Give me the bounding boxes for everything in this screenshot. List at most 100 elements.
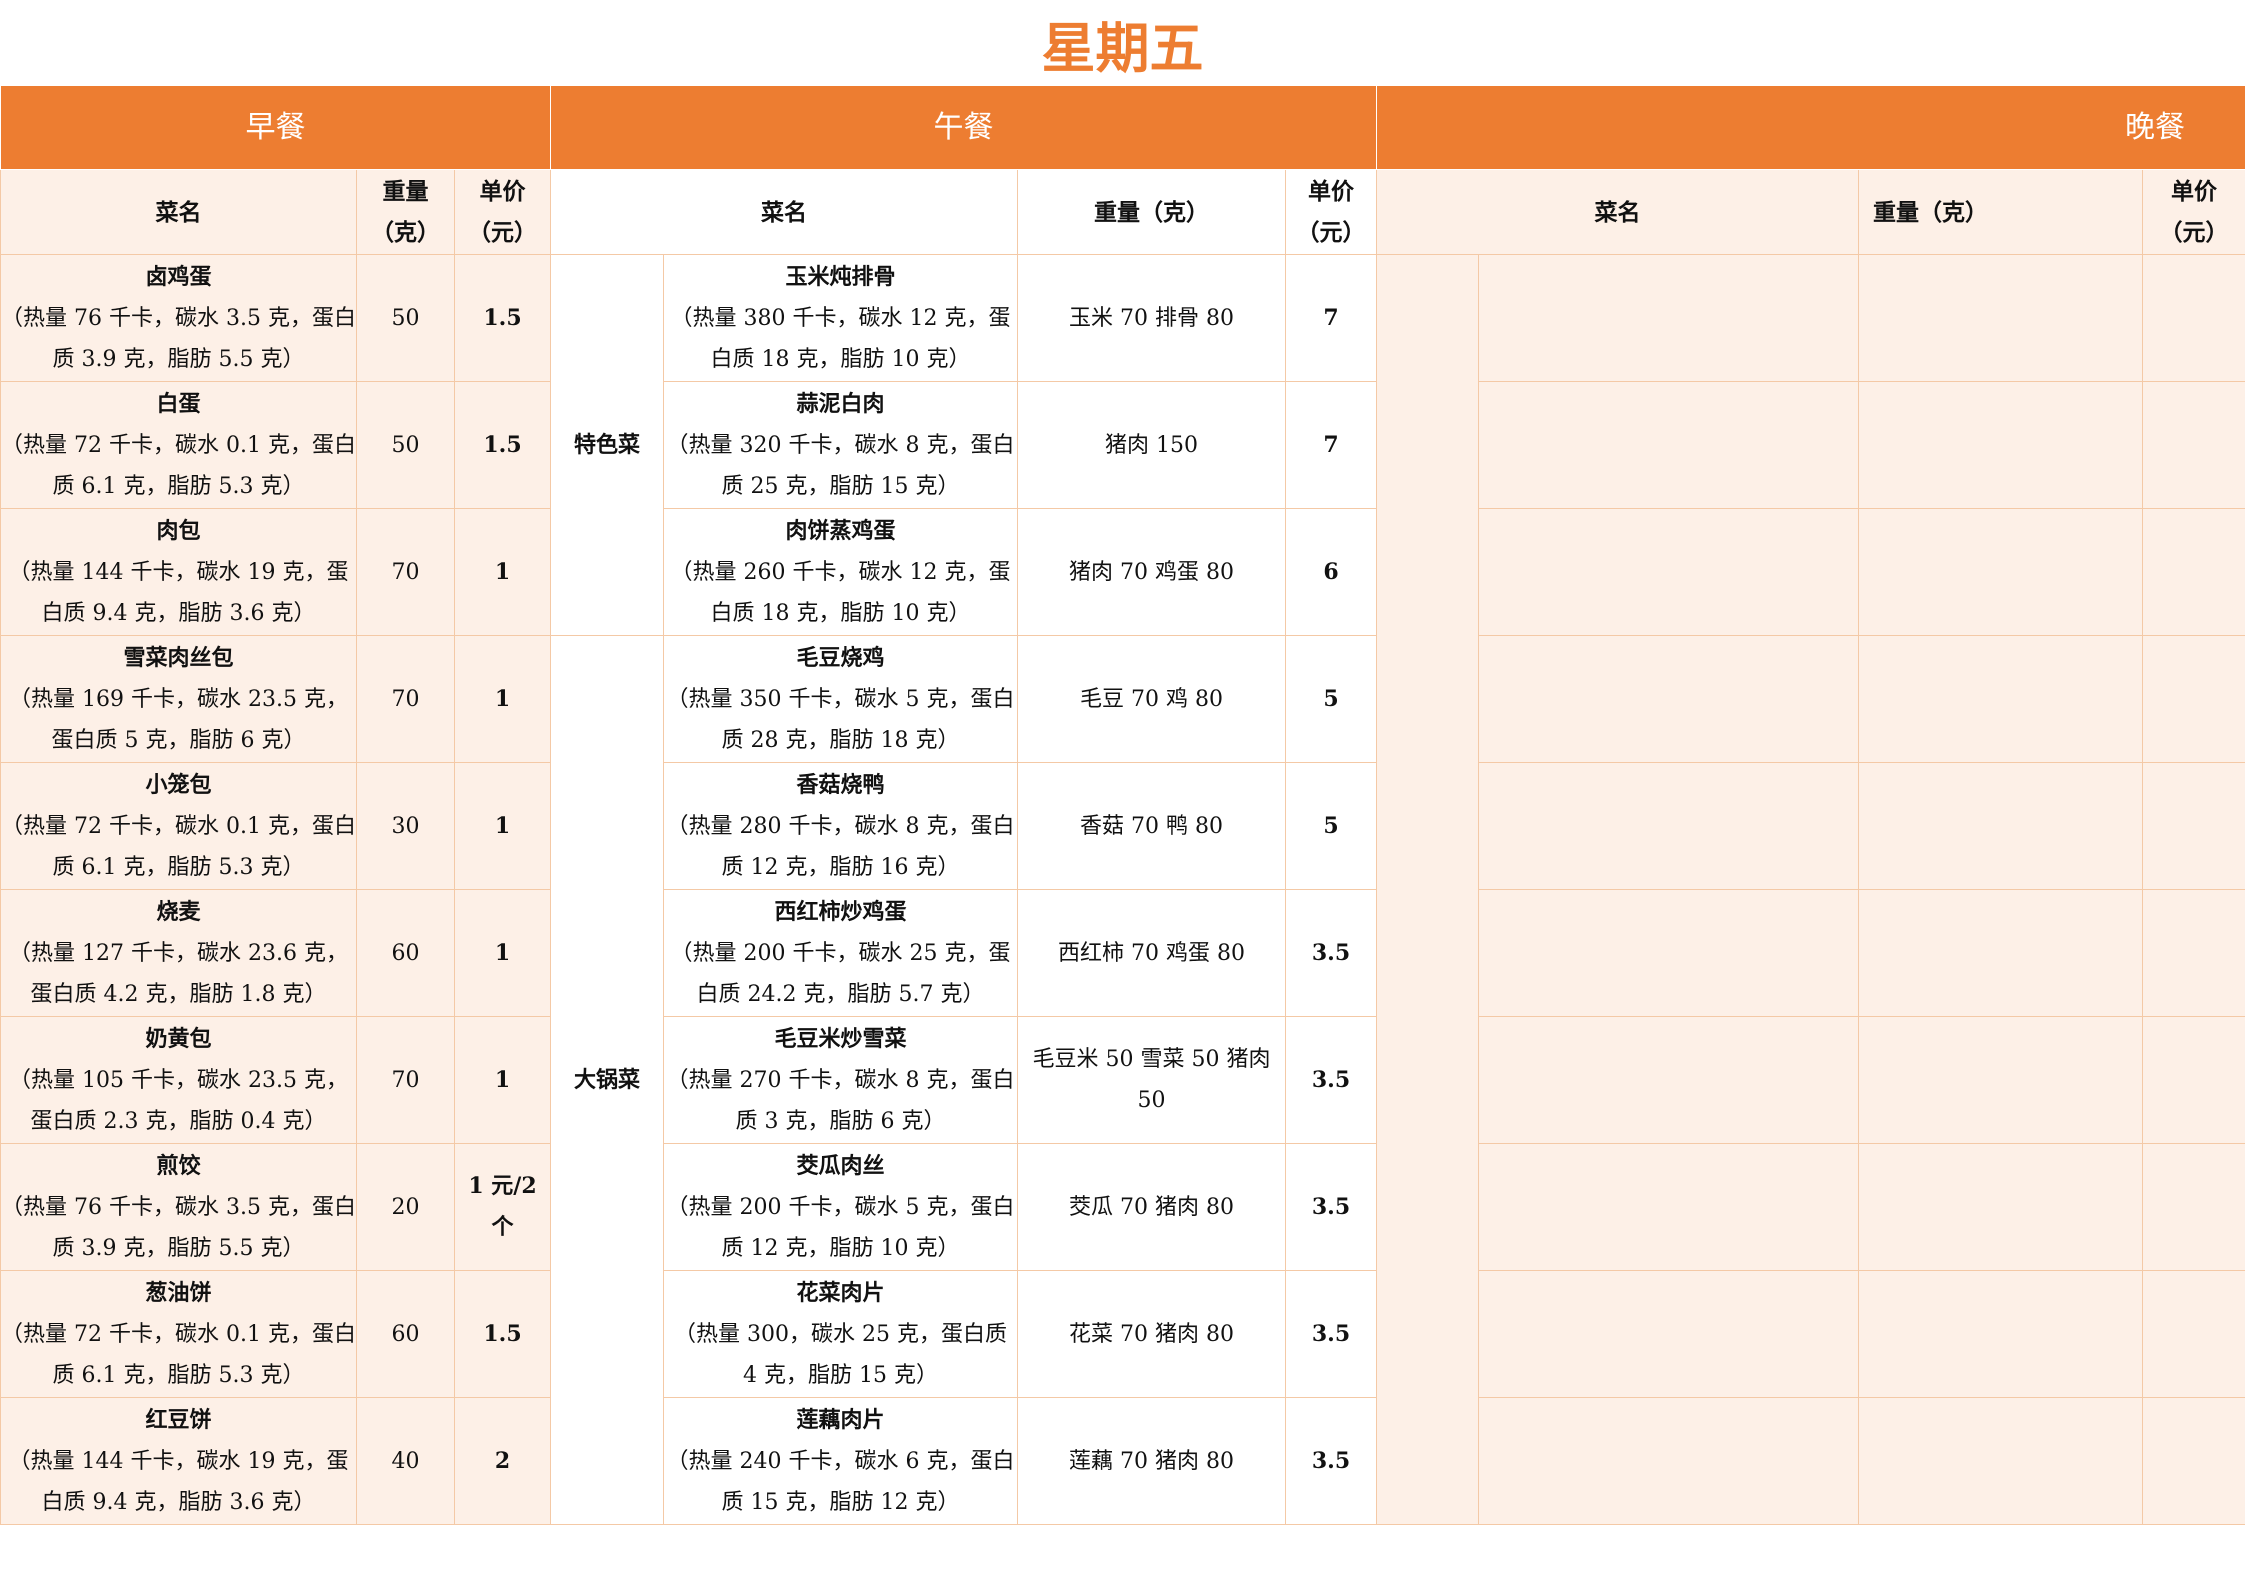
lunch-weight-cell: 花菜 70 猪肉 80: [1017, 1270, 1287, 1398]
dinner-dish-cell: [1478, 1016, 1860, 1144]
dinner-price-cell: [2142, 1397, 2245, 1525]
table-row: 奶黄包 （热量 105 千卡，碳水 23.5 克，蛋白质 2.3 克，脂肪 0.4…: [0, 1016, 2245, 1144]
lunch-dish-cell: 玉米炖排骨 （热量 380 千卡，碳水 12 克，蛋白质 18 克，脂肪 10 克…: [663, 254, 1019, 382]
breakfast-dish-cell: 奶黄包 （热量 105 千卡，碳水 23.5 克，蛋白质 2.3 克，脂肪 0.4…: [0, 1016, 357, 1144]
table-row: 肉包 （热量 144 千卡，碳水 19 克，蛋白质 9.4 克，脂肪 3.6 克）…: [0, 508, 2245, 636]
lunch-weight-cell: 西红柿 70 鸡蛋 80: [1017, 889, 1287, 1017]
lunch-category-pot: 大锅菜: [550, 635, 665, 1525]
dish-nutrition: （热量 200 千卡，碳水 25 克，蛋白质 24.2 克，脂肪 5.7 克）: [670, 940, 1011, 1007]
table-row: 卤鸡蛋 （热量 76 千卡，碳水 3.5 克，蛋白质 3.9 克，脂肪 5.5 克…: [0, 254, 2245, 1525]
breakfast-weight-cell: 50: [356, 254, 455, 382]
breakfast-dish-cell: 煎饺 （热量 76 千卡，碳水 3.5 克，蛋白质 3.9 克，脂肪 5.5 克）: [0, 1143, 357, 1271]
lunch-price-cell: 7: [1285, 254, 1378, 382]
dish-nutrition: （热量 350 千卡，碳水 5 克，蛋白质 28 克，脂肪 18 克）: [666, 686, 1015, 753]
breakfast-price-cell: 1: [453, 889, 552, 1017]
breakfast-price-cell: 1: [453, 635, 552, 763]
breakfast-weight-cell: 40: [356, 1397, 455, 1525]
dinner-weight-cell: [1858, 1143, 2144, 1271]
table-row: 白蛋 （热量 72 千卡，碳水 0.1 克，蛋白质 6.1 克，脂肪 5.3 克）…: [0, 381, 2245, 509]
lunch-price-cell: 3.5: [1285, 889, 1378, 1017]
dinner-price-cell: [2142, 1016, 2245, 1144]
dish-name: 西红柿炒鸡蛋: [774, 898, 907, 925]
table-row: 雪菜肉丝包 （热量 169 千卡，碳水 23.5 克，蛋白质 5 克，脂肪 6 克…: [0, 635, 2245, 1525]
lunch-weight-header: 重量（克）: [1017, 169, 1287, 255]
dinner-price-cell: [2142, 254, 2245, 382]
dish-name: 卤鸡蛋: [145, 263, 212, 290]
dinner-dish-cell: [1478, 254, 1860, 382]
dinner-dish-cell: [1478, 1270, 1860, 1398]
breakfast-weight-cell: 50: [356, 381, 455, 509]
dinner-dish-cell: [1478, 1397, 1860, 1525]
dinner-category-cell: [1376, 254, 1480, 1525]
breakfast-price-cell: 1: [453, 1016, 552, 1144]
lunch-weight-cell: 玉米 70 排骨 80: [1017, 254, 1287, 382]
dish-nutrition: （热量 300，碳水 25 克，蛋白质 4 克，脂肪 15 克）: [674, 1321, 1007, 1388]
breakfast-weight-cell: 60: [356, 1270, 455, 1398]
lunch-price-cell: 6: [1285, 508, 1378, 636]
breakfast-weight-cell: 70: [356, 508, 455, 636]
dinner-price-cell: [2142, 635, 2245, 763]
dish-name: 奶黄包: [145, 1025, 212, 1052]
dinner-price-cell: [2142, 381, 2245, 509]
dish-nutrition: （热量 144 千卡，碳水 19 克，蛋白质 9.4 克，脂肪 3.6 克）: [8, 1448, 349, 1515]
dinner-weight-cell: [1858, 889, 2144, 1017]
lunch-dish-cell: 蒜泥白肉 （热量 320 千卡，碳水 8 克，蛋白质 25 克，脂肪 15 克）: [663, 381, 1019, 509]
dish-name: 小笼包: [145, 771, 212, 798]
dinner-weight-cell: [1858, 635, 2144, 763]
breakfast-price-cell: 1: [453, 508, 552, 636]
dish-nutrition: （热量 240 千卡，碳水 6 克，蛋白质 15 克，脂肪 12 克）: [666, 1448, 1015, 1515]
dinner-weight-cell: [1858, 508, 2144, 636]
table-row: 葱油饼 （热量 72 千卡，碳水 0.1 克，蛋白质 6.1 克，脂肪 5.3 克…: [0, 1270, 2245, 1398]
breakfast-dish-cell: 小笼包 （热量 72 千卡，碳水 0.1 克，蛋白质 6.1 克，脂肪 5.3 克…: [0, 762, 357, 890]
dish-nutrition: （热量 105 千卡，碳水 23.5 克，蛋白质 2.3 克，脂肪 0.4 克）: [9, 1067, 348, 1134]
dish-name: 肉包: [156, 517, 201, 544]
breakfast-weight-cell: 20: [356, 1143, 455, 1271]
dinner-dish-cell: [1478, 635, 1860, 763]
dish-nutrition: （热量 270 千卡，碳水 8 克，蛋白质 3 克，脂肪 6 克）: [666, 1067, 1015, 1134]
dish-name: 茭瓜肉丝: [796, 1152, 885, 1179]
dinner-price-cell: [2142, 1143, 2245, 1271]
lunch-dish-cell: 花菜肉片 （热量 300，碳水 25 克，蛋白质 4 克，脂肪 15 克）: [663, 1270, 1019, 1398]
lunch-weight-cell: 香菇 70 鸭 80: [1017, 762, 1287, 890]
breakfast-dish-cell: 红豆饼 （热量 144 千卡，碳水 19 克，蛋白质 9.4 克，脂肪 3.6 克…: [0, 1397, 357, 1525]
lunch-dish-cell: 莲藕肉片 （热量 240 千卡，碳水 6 克，蛋白质 15 克，脂肪 12 克）: [663, 1397, 1019, 1525]
meal-breakfast: 早餐: [0, 85, 552, 170]
table-row: 烧麦 （热量 127 千卡，碳水 23.6 克，蛋白质 4.2 克，脂肪 1.8 …: [0, 889, 2245, 1017]
lunch-name-header: 菜名: [550, 169, 1019, 255]
breakfast-weight-cell: 70: [356, 1016, 455, 1144]
dinner-price-cell: [2142, 1270, 2245, 1398]
dinner-price-cell: [2142, 889, 2245, 1017]
dinner-weight-cell: [1858, 381, 2144, 509]
lunch-price-cell: 7: [1285, 381, 1378, 509]
lunch-weight-cell: 猪肉 70 鸡蛋 80: [1017, 508, 1287, 636]
dinner-weight-cell: [1858, 1016, 2144, 1144]
meal-header-row: 早餐 午餐 晚餐: [0, 85, 2245, 170]
meal-lunch: 午餐: [550, 85, 1378, 170]
dish-nutrition: （热量 127 千卡，碳水 23.6 克，蛋白质 4.2 克，脂肪 1.8 克）: [9, 940, 348, 1007]
dish-name: 莲藕肉片: [796, 1406, 885, 1433]
dish-nutrition: （热量 169 千卡，碳水 23.5 克，蛋白质 5 克，脂肪 6 克）: [9, 686, 348, 753]
breakfast-dish-cell: 葱油饼 （热量 72 千卡，碳水 0.1 克，蛋白质 6.1 克，脂肪 5.3 克…: [0, 1270, 357, 1398]
dish-name: 肉饼蒸鸡蛋: [785, 517, 896, 544]
dish-nutrition: （热量 76 千卡，碳水 3.5 克，蛋白质 3.9 克，脂肪 5.5 克）: [1, 305, 356, 372]
breakfast-weight-cell: 60: [356, 889, 455, 1017]
breakfast-price-cell: 1.5: [453, 1270, 552, 1398]
breakfast-dish-cell: 雪菜肉丝包 （热量 169 千卡，碳水 23.5 克，蛋白质 5 克，脂肪 6 克…: [0, 635, 357, 763]
lunch-weight-cell: 毛豆 70 鸡 80: [1017, 635, 1287, 763]
table-row: 小笼包 （热量 72 千卡，碳水 0.1 克，蛋白质 6.1 克，脂肪 5.3 克…: [0, 762, 2245, 890]
dish-name: 红豆饼: [145, 1406, 212, 1433]
dinner-dish-cell: [1478, 889, 1860, 1017]
dinner-weight-header: 重量（克）: [1858, 169, 2144, 255]
breakfast-dish-cell: 白蛋 （热量 72 千卡，碳水 0.1 克，蛋白质 6.1 克，脂肪 5.3 克）: [0, 381, 357, 509]
dish-name: 毛豆烧鸡: [796, 644, 885, 671]
lunch-price-cell: 3.5: [1285, 1270, 1378, 1398]
dish-name: 雪菜肉丝包: [123, 644, 234, 671]
lunch-price-header: 单价（元）: [1285, 169, 1378, 255]
lunch-dish-cell: 茭瓜肉丝 （热量 200 千卡，碳水 5 克，蛋白质 12 克，脂肪 10 克）: [663, 1143, 1019, 1271]
dish-name: 玉米炖排骨: [785, 263, 896, 290]
dinner-weight-cell: [1858, 1270, 2144, 1398]
lunch-price-cell: 3.5: [1285, 1397, 1378, 1525]
lunch-weight-cell: 茭瓜 70 猪肉 80: [1017, 1143, 1287, 1271]
dinner-price-cell: [2142, 508, 2245, 636]
dish-name: 毛豆米炒雪菜: [774, 1025, 907, 1052]
